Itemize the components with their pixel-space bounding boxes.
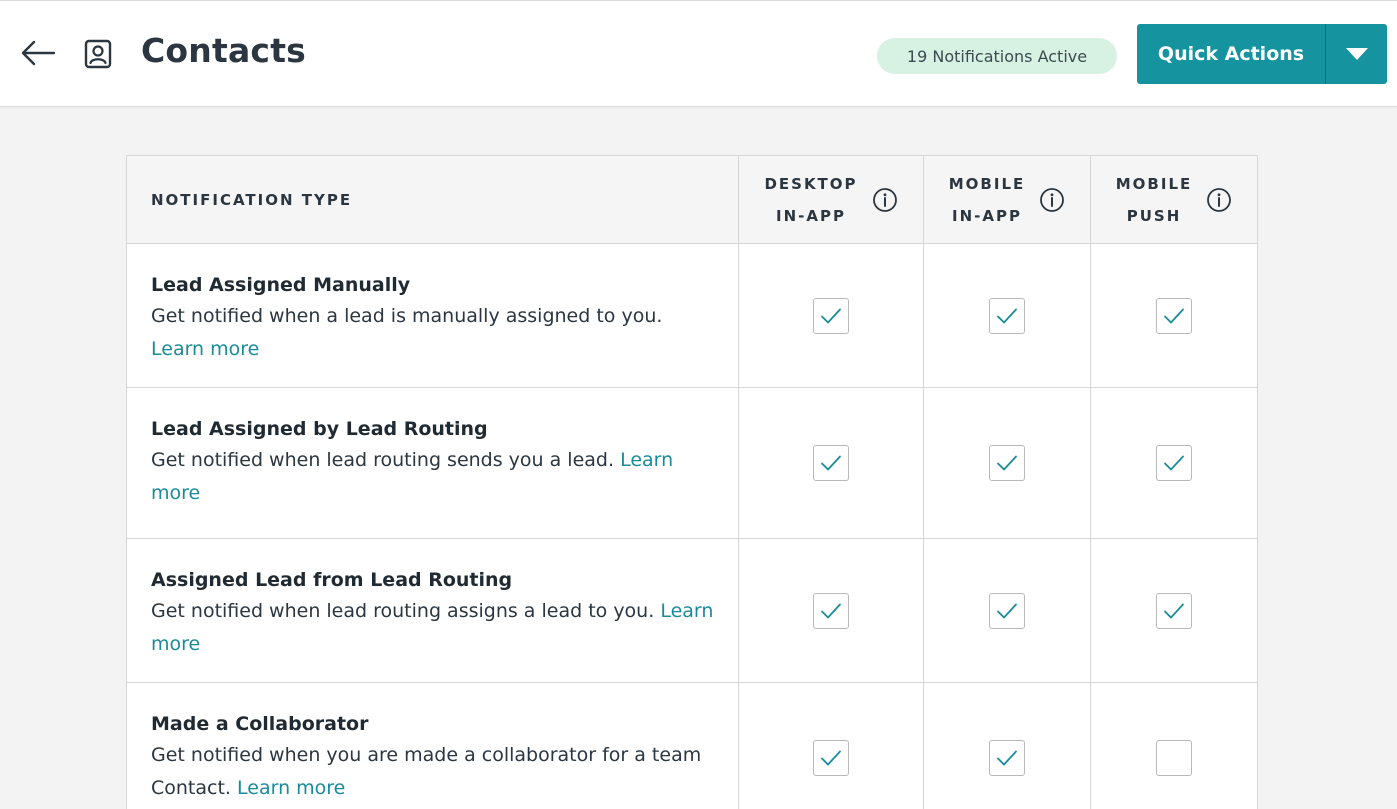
notification-description: Get notified when you are made a collabo… [151, 744, 702, 799]
channel-cell [924, 539, 1091, 682]
table-row: Made a Collaborator Get notified when you… [127, 683, 1257, 809]
desktop-in-app-checkbox[interactable] [813, 297, 849, 334]
desktop-in-app-checkbox[interactable] [813, 592, 849, 629]
checkmark-icon [821, 308, 841, 323]
channel-cell [739, 683, 924, 809]
checkmark-icon [821, 603, 841, 618]
notification-type-cell: Made a Collaborator Get notified when you… [127, 683, 739, 809]
quick-actions-button-group: Quick Actions [1137, 24, 1387, 84]
notification-description-block: Get notified when lead routing sends you… [151, 444, 714, 510]
table-body: Lead Assigned Manually Get notified when … [127, 244, 1257, 809]
mobile-push-checkbox[interactable] [1156, 445, 1192, 481]
notification-type-cell: Assigned Lead from Lead Routing Get notif… [127, 539, 739, 682]
notification-description: Get notified when a lead is manually ass… [151, 305, 663, 327]
checkmark-icon [821, 750, 841, 766]
column-header-mobile-in-app: MOBILE IN-APP [924, 156, 1091, 243]
desktop-in-app-checkbox[interactable] [813, 445, 849, 481]
mobile-in-app-checkbox[interactable] [989, 740, 1025, 776]
checkmark-icon [821, 455, 841, 471]
checkmark-icon [997, 455, 1017, 471]
column-header-label: IN-APP [952, 206, 1022, 225]
checkmark-icon [1164, 603, 1184, 618]
notification-settings-table: NOTIFICATION TYPE DESKTOP IN-APP MOBILE … [126, 155, 1258, 809]
channel-cell [924, 244, 1091, 387]
checkmark-icon [997, 308, 1017, 323]
table-row: Lead Assigned by Lead Routing Get notifie… [127, 388, 1257, 539]
notification-description-block: Get notified when a lead is manually ass… [151, 300, 714, 366]
notification-type-cell: Lead Assigned Manually Get notified when … [127, 244, 739, 387]
column-header-label: IN-APP [776, 206, 846, 225]
table-header-row: NOTIFICATION TYPE DESKTOP IN-APP MOBILE … [127, 156, 1257, 244]
column-header-desktop-in-app: DESKTOP IN-APP [739, 156, 924, 243]
learn-more-link[interactable]: Learn more [237, 777, 345, 799]
checkmark-icon [1164, 455, 1184, 471]
mobile-push-checkbox[interactable] [1156, 297, 1192, 334]
channel-cell [924, 683, 1091, 809]
arrow-left-icon [21, 40, 56, 66]
desktop-in-app-checkbox[interactable] [813, 740, 849, 776]
quick-actions-dropdown-button[interactable] [1326, 24, 1387, 84]
channel-cell [924, 388, 1091, 538]
contact-card-icon [84, 39, 112, 69]
notification-type-cell: Lead Assigned by Lead Routing Get notifie… [127, 388, 739, 538]
learn-more-link[interactable]: Learn more [151, 338, 259, 360]
mobile-in-app-checkbox[interactable] [989, 445, 1025, 481]
notification-description-block: Get notified when you are made a collabo… [151, 739, 714, 805]
page-title: Contacts [141, 31, 307, 70]
mobile-push-checkbox[interactable] [1156, 592, 1192, 629]
column-header-label: MOBILE [948, 174, 1026, 193]
table-row: Assigned Lead from Lead Routing Get notif… [127, 539, 1257, 683]
back-button[interactable] [18, 37, 58, 69]
mobile-in-app-checkbox[interactable] [989, 297, 1025, 334]
channel-cell [1091, 388, 1257, 538]
checkmark-icon [997, 603, 1017, 618]
mobile-in-app-checkbox[interactable] [989, 592, 1025, 629]
notification-description: Get notified when lead routing assigns a… [151, 600, 655, 622]
column-header-label: PUSH [1126, 206, 1182, 225]
channel-cell [739, 244, 924, 387]
channel-cell [1091, 539, 1257, 682]
notification-description-block: Get notified when lead routing assigns a… [151, 595, 714, 661]
channel-cell [739, 539, 924, 682]
notification-description: Get notified when lead routing sends you… [151, 449, 615, 471]
mobile-push-checkbox[interactable] [1156, 740, 1192, 776]
column-header-label: DESKTOP [764, 174, 858, 193]
channel-cell [1091, 244, 1257, 387]
channel-cell [739, 388, 924, 538]
notifications-active-badge: 19 Notifications Active [877, 38, 1117, 74]
column-header-notification-type: NOTIFICATION TYPE [127, 156, 739, 243]
notification-title: Made a Collaborator [151, 713, 369, 735]
channel-cell [1091, 683, 1257, 809]
column-header-label: MOBILE [1115, 174, 1193, 193]
checkmark-icon [1164, 308, 1184, 323]
table-row: Lead Assigned Manually Get notified when … [127, 244, 1257, 388]
notification-title: Lead Assigned by Lead Routing [151, 418, 488, 440]
notification-title: Lead Assigned Manually [151, 274, 411, 296]
caret-down-icon [1345, 48, 1368, 60]
notification-title: Assigned Lead from Lead Routing [151, 569, 513, 591]
quick-actions-button[interactable]: Quick Actions [1137, 24, 1325, 84]
info-icon[interactable] [1206, 187, 1232, 213]
column-header-mobile-push: MOBILE PUSH [1091, 156, 1257, 243]
checkmark-icon [997, 750, 1017, 766]
page-header: Contacts 19 Notifications Active Quick A… [0, 0, 1397, 107]
info-icon[interactable] [1039, 187, 1065, 213]
info-icon[interactable] [872, 187, 898, 213]
